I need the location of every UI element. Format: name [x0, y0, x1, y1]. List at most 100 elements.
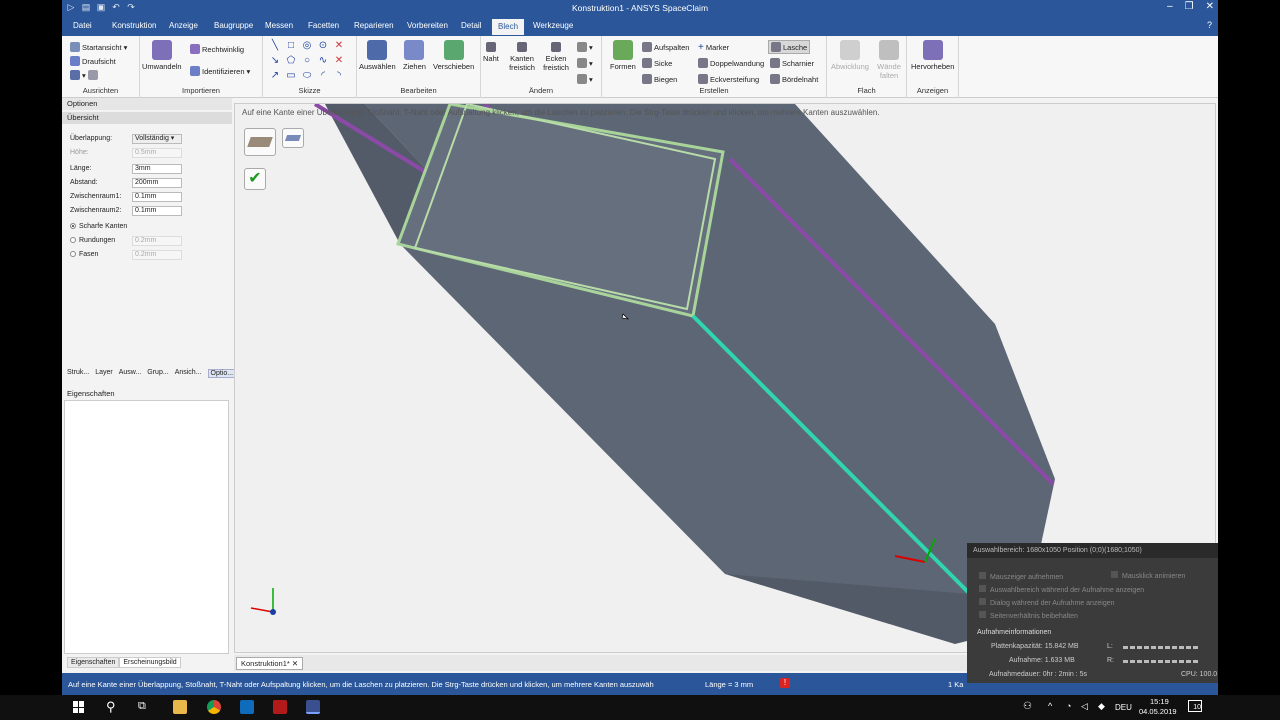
ueberlappung-dropdown[interactable]: Vollständig ▾ [132, 134, 182, 144]
clock-date[interactable]: 04.05.2019 [1139, 707, 1177, 716]
file-explorer-icon[interactable] [173, 700, 187, 714]
spline-icon[interactable]: ∿ [317, 55, 329, 67]
option-seitenverhaeltnis[interactable]: Seitenverhältnis beibehalten [979, 610, 1144, 623]
option-mausklick[interactable]: Mausklick animieren [1111, 571, 1185, 580]
point-icon[interactable]: ↗ [269, 70, 281, 82]
verschieben-button[interactable]: Verschieben [433, 40, 474, 71]
close-icon[interactable]: ✕ [1206, 1, 1214, 12]
tab-baugruppe[interactable]: Baugruppe [214, 21, 253, 30]
auswaehlen-button[interactable]: Auswählen [359, 40, 396, 71]
radio-rundungen[interactable]: Rundungen [70, 237, 115, 244]
option-dialog[interactable]: Dialog während der Aufnahme anzeigen [979, 597, 1144, 610]
tab-konstruktion[interactable]: Konstruktion [112, 21, 156, 30]
acrobat-icon[interactable] [273, 700, 287, 714]
radio-scharfe-kanten[interactable]: Scharfe Kanten [70, 223, 127, 230]
people-icon[interactable]: ⚇ [1023, 701, 1032, 712]
windows-start-icon[interactable] [73, 701, 85, 713]
view-cube-button[interactable]: ▾ [70, 70, 98, 80]
tab-erscheinungsbild[interactable]: Erscheinungsbild [119, 657, 181, 668]
biegen-button[interactable]: Biegen [642, 74, 677, 84]
arc-icon[interactable]: ◜ [317, 70, 329, 82]
circle-3pt-icon[interactable]: ⊙ [317, 40, 329, 52]
language-indicator[interactable]: DEU [1115, 703, 1132, 712]
waende-falten-button[interactable]: Wände falten [875, 40, 903, 80]
tab-eigenschaften[interactable]: Eigenschaften [67, 657, 120, 668]
aufspalten-button[interactable]: Aufspalten [642, 42, 689, 52]
help-icon[interactable]: ? [1207, 20, 1212, 30]
umwandeln-button[interactable]: Umwandeln [142, 40, 182, 71]
tab-auswahl[interactable]: Ausw... [119, 369, 142, 378]
hervorheben-button[interactable]: Hervorheben [911, 40, 954, 71]
volume-icon[interactable]: ◁ [1081, 701, 1088, 712]
abwicklung-button[interactable]: Abwicklung [831, 40, 869, 71]
ellipse-icon[interactable]: ○ [301, 55, 313, 67]
kanten-freistich-button[interactable]: Kanten freistich [507, 42, 537, 72]
doppelwandung-button[interactable]: Doppelwandung [698, 58, 764, 68]
chrome-icon[interactable] [207, 700, 221, 714]
aendern-tool-2[interactable]: ▾ [577, 58, 593, 68]
boerdelnaht-button[interactable]: Bördelnaht [770, 74, 818, 84]
tab-style-1-button[interactable] [244, 128, 276, 156]
startansicht-button[interactable]: Startansicht ▾ [70, 42, 127, 52]
lasche-button[interactable]: Lasche [768, 40, 811, 54]
outlook-icon[interactable] [240, 700, 254, 714]
offset-icon[interactable]: ▭ [285, 70, 297, 82]
sweep-arc-icon[interactable]: ◝ [333, 70, 345, 82]
tray-chevron-icon[interactable]: ^ [1048, 701, 1052, 711]
fasen-field[interactable]: 0.2mm [132, 250, 182, 260]
doc-tab-konstruktion1[interactable]: Konstruktion1* ✕ [236, 657, 304, 670]
circle-icon[interactable]: ◎ [301, 40, 313, 52]
tab-messen[interactable]: Messen [265, 21, 293, 30]
trim-icon[interactable]: ✕ [333, 40, 345, 52]
oval-icon[interactable]: ⬭ [301, 70, 313, 82]
ecken-freistich-button[interactable]: Ecken freistich [541, 42, 571, 72]
tab-layer[interactable]: Layer [95, 369, 113, 378]
tab-blech[interactable]: Blech [492, 19, 525, 35]
search-icon[interactable]: ⚲ [106, 699, 116, 715]
clock-time[interactable]: 15:19 [1150, 697, 1169, 706]
tab-ansichten[interactable]: Ansich... [175, 369, 202, 378]
eckversteifung-button[interactable]: Eckversteifung [698, 74, 759, 84]
abstand-field[interactable]: 200mm [132, 178, 182, 188]
draufsicht-button[interactable]: Draufsicht [70, 56, 116, 66]
tab-reparieren[interactable]: Reparieren [354, 21, 394, 30]
tab-werkzeuge[interactable]: Werkzeuge [533, 21, 573, 30]
scharnier-button[interactable]: Scharnier [770, 58, 814, 68]
restore-icon[interactable]: ❐ [1185, 1, 1194, 12]
option-auswahlbereich[interactable]: Auswahlbereich während der Aufnahme anze… [979, 584, 1144, 597]
split-icon[interactable]: ✕ [333, 55, 345, 67]
aendern-tool-1[interactable]: ▾ [577, 42, 593, 52]
tab-facetten[interactable]: Facetten [308, 21, 339, 30]
hoehe-field[interactable]: 0.5mm [132, 148, 182, 158]
formen-button[interactable]: Formen [610, 40, 636, 71]
dropbox-icon[interactable]: ◆ [1098, 701, 1105, 712]
aendern-tool-3[interactable]: ▾ [577, 74, 593, 84]
sicke-button[interactable]: Sicke [642, 58, 672, 68]
tab-struktur[interactable]: Struk... [67, 369, 89, 378]
network-icon[interactable]: ◔ [1066, 701, 1071, 711]
rectangle-icon[interactable]: □ [285, 40, 297, 52]
warning-icon[interactable]: ! [780, 678, 790, 688]
tangent-line-icon[interactable]: ↘ [269, 55, 281, 67]
tab-optionen[interactable]: Optio... [207, 369, 237, 378]
spaceclaim-taskbar-icon[interactable] [306, 700, 320, 714]
zwischenraum1-field[interactable]: 0.1mm [132, 192, 182, 202]
tab-anzeige[interactable]: Anzeige [169, 21, 198, 30]
zwischenraum2-field[interactable]: 0.1mm [132, 206, 182, 216]
tab-vorbereiten[interactable]: Vorbereiten [407, 21, 448, 30]
identifizieren-button[interactable]: Identifizieren ▾ [190, 66, 250, 76]
laenge-field[interactable]: 3mm [132, 164, 182, 174]
complete-checkmark-button[interactable]: ✔ [244, 168, 266, 190]
tab-detail[interactable]: Detail [461, 21, 481, 30]
task-view-icon[interactable]: ⧉ [138, 700, 146, 713]
line-icon[interactable]: ╲ [269, 40, 281, 52]
minimize-icon[interactable]: – [1167, 1, 1173, 12]
naht-button[interactable]: Naht [483, 42, 499, 63]
rechtwinklig-button[interactable]: Rechtwinklig [190, 44, 244, 54]
ziehen-button[interactable]: Ziehen [403, 40, 426, 71]
tab-datei[interactable]: Datei [73, 21, 92, 30]
tab-gruppen[interactable]: Grup... [147, 369, 168, 378]
radio-fasen[interactable]: Fasen [70, 251, 98, 258]
notification-icon[interactable]: 10 [1188, 700, 1202, 712]
tab-style-2-button[interactable] [282, 128, 304, 148]
